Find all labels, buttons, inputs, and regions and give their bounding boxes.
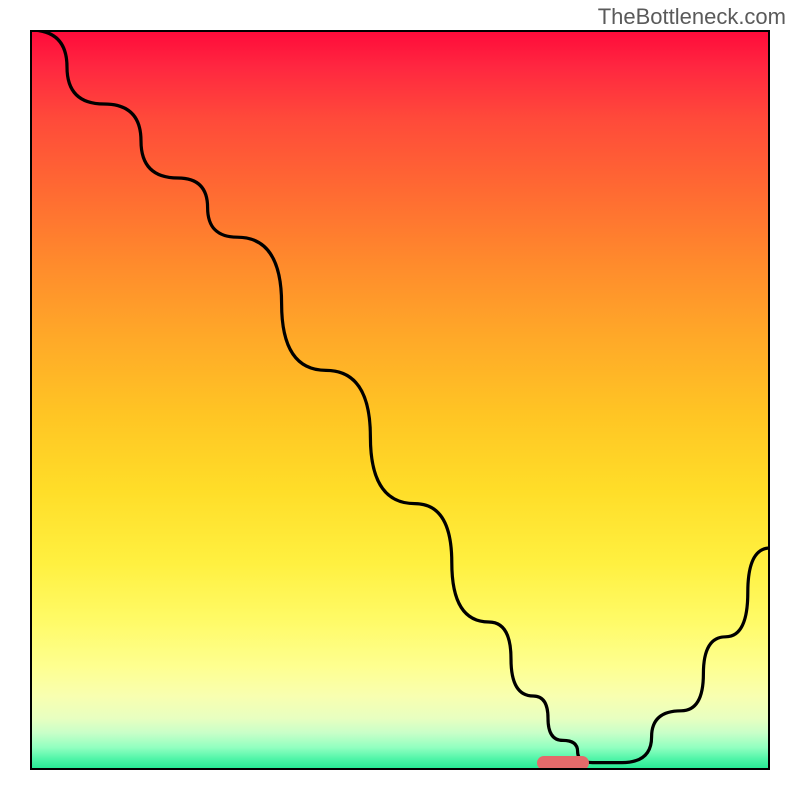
- bottleneck-curve: [30, 30, 770, 770]
- curve-path: [30, 30, 770, 763]
- plot-area: [30, 30, 770, 770]
- watermark-text: TheBottleneck.com: [598, 4, 786, 30]
- optimal-marker: [537, 756, 589, 770]
